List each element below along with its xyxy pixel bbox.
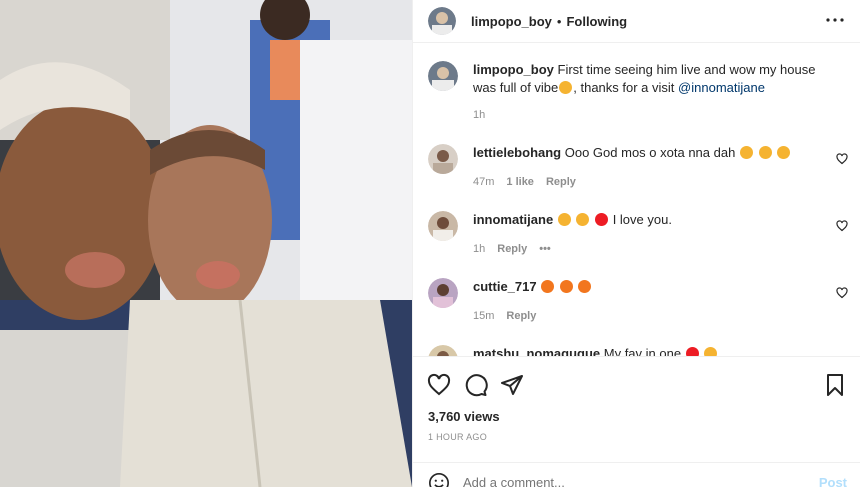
comment-body: My fav in one bbox=[603, 346, 682, 356]
heart-eyes-emoji-icon bbox=[576, 213, 590, 226]
red-heart-emoji-icon bbox=[685, 347, 699, 356]
author-username[interactable]: limpopo_boy bbox=[471, 14, 552, 29]
caption-meta: 1h bbox=[473, 109, 485, 121]
like-comment-heart-icon[interactable] bbox=[836, 287, 848, 299]
comment-time[interactable]: 15m bbox=[473, 310, 494, 322]
post-actions-bar bbox=[413, 356, 860, 409]
heart-eyes-emoji-icon bbox=[758, 146, 772, 159]
reply-button[interactable]: Reply bbox=[497, 243, 527, 255]
heart-eyes-emoji-icon bbox=[704, 347, 718, 356]
comment-meta: 1h Reply ••• bbox=[473, 243, 551, 255]
heart-eyes-emoji-icon bbox=[777, 146, 791, 159]
view-count[interactable]: 3,760 views bbox=[428, 409, 500, 424]
comment-bubble-icon[interactable] bbox=[464, 373, 488, 397]
comment-meta: 47m 1 like Reply bbox=[473, 176, 576, 188]
comment-text: cuttie_717 bbox=[473, 278, 833, 296]
comment-avatar[interactable] bbox=[428, 345, 458, 356]
add-comment-bar: Post bbox=[413, 462, 860, 487]
comment-likes[interactable]: 1 like bbox=[506, 176, 534, 188]
post-timestamp: 1 HOUR AGO bbox=[428, 432, 488, 442]
caption-body-2: , thanks for a visit bbox=[573, 80, 675, 95]
comment-text: innomatijane I love you. bbox=[473, 211, 833, 229]
comments-list[interactable]: limpopo_boy First time seeing him live a… bbox=[413, 44, 860, 356]
caption-text: limpopo_boy First time seeing him live a… bbox=[473, 61, 833, 97]
comment-avatar[interactable] bbox=[428, 211, 458, 241]
caption-username[interactable]: limpopo_boy bbox=[473, 62, 554, 77]
comment-username[interactable]: lettielebohang bbox=[473, 145, 561, 160]
post-header: limpopo_boy • Following bbox=[413, 0, 860, 43]
comment-avatar[interactable] bbox=[428, 144, 458, 174]
reply-button[interactable]: Reply bbox=[506, 310, 536, 322]
comment-text: matshu_nomaguque My fav in one bbox=[473, 345, 833, 356]
weary-face-emoji-icon bbox=[739, 146, 753, 159]
caption-time[interactable]: 1h bbox=[473, 109, 485, 121]
share-paper-plane-icon[interactable] bbox=[500, 373, 524, 397]
caption-mention-link[interactable]: @innomatijane bbox=[678, 80, 765, 95]
comment-time[interactable]: 1h bbox=[473, 243, 485, 255]
comment-time[interactable]: 47m bbox=[473, 176, 494, 188]
comment-username[interactable]: innomatijane bbox=[473, 212, 553, 227]
author-avatar[interactable] bbox=[428, 7, 456, 35]
post-details-panel: limpopo_boy • Following limpopo_boy Firs… bbox=[412, 0, 860, 487]
separator-dot: • bbox=[556, 13, 562, 29]
like-heart-icon[interactable] bbox=[427, 373, 451, 397]
comment-text: lettielebohang Ooo God mos o xota nna da… bbox=[473, 144, 833, 162]
pleading-face-emoji-icon bbox=[557, 213, 571, 226]
more-horizontal-icon[interactable] bbox=[823, 8, 847, 32]
emoji-smile-icon[interactable] bbox=[428, 472, 450, 487]
like-comment-heart-icon[interactable] bbox=[836, 153, 848, 165]
heart-eyes-emoji-icon bbox=[559, 81, 573, 94]
comment-username[interactable]: cuttie_717 bbox=[473, 279, 537, 294]
post-media[interactable] bbox=[0, 0, 412, 487]
comment-options-button[interactable]: ••• bbox=[539, 243, 551, 255]
add-comment-input[interactable] bbox=[463, 475, 763, 487]
fire-emoji-icon bbox=[541, 280, 555, 293]
red-heart-emoji-icon bbox=[595, 213, 609, 226]
comment-username[interactable]: matshu_nomaguque bbox=[473, 346, 600, 356]
comment-avatar[interactable] bbox=[428, 278, 458, 308]
like-comment-heart-icon[interactable] bbox=[836, 220, 848, 232]
comment-meta: 15m Reply bbox=[473, 310, 536, 322]
post-comment-button[interactable]: Post bbox=[819, 475, 847, 487]
reply-button[interactable]: Reply bbox=[546, 176, 576, 188]
comment-body: I love you. bbox=[612, 212, 672, 227]
caption-avatar[interactable] bbox=[428, 61, 458, 91]
fire-emoji-icon bbox=[578, 280, 592, 293]
comment-body: Ooo God mos o xota nna dah bbox=[564, 145, 736, 160]
following-button[interactable]: Following bbox=[566, 14, 627, 29]
save-bookmark-icon[interactable] bbox=[823, 373, 847, 397]
fire-emoji-icon bbox=[559, 280, 573, 293]
post-photo bbox=[0, 0, 412, 487]
